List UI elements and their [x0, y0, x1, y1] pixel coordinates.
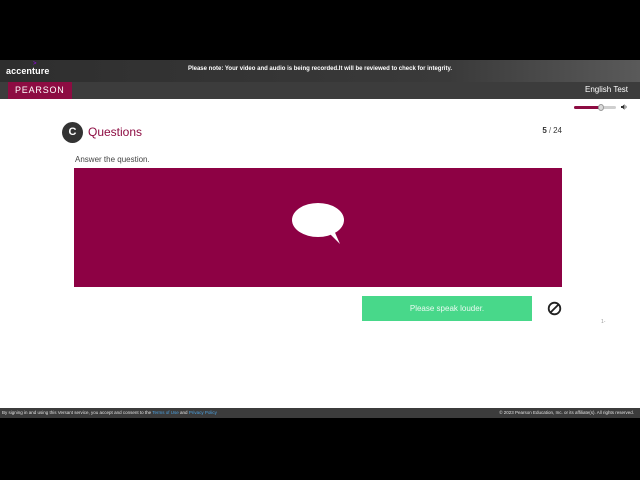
terms-of-use-link[interactable]: Terms of Use: [152, 410, 179, 415]
speech-bubble-icon: [292, 203, 344, 244]
recording-notice: Please note: Your video and audio is bei…: [187, 66, 453, 72]
status-banner: Please speak louder.: [362, 296, 532, 321]
screen: accenture > Please note: Your video and …: [0, 0, 640, 480]
privacy-policy-link[interactable]: Privacy Policy: [189, 410, 217, 415]
footer: By signing in and using this Versant ser…: [0, 408, 640, 418]
page-marker: 1-: [601, 319, 606, 325]
speaker-icon[interactable]: [621, 104, 628, 110]
footer-consent: By signing in and using this Versant ser…: [2, 408, 217, 418]
nav-bar: PEARSON English Test: [0, 82, 640, 99]
section-badge: C: [62, 122, 83, 143]
copyright: © 2023 Pearson Education, Inc. or its af…: [499, 410, 634, 415]
test-name: English Test: [585, 85, 628, 94]
question-media-panel: [74, 168, 562, 287]
and-text: and: [180, 410, 188, 415]
question-instruction: Answer the question.: [75, 155, 150, 164]
section-title: Questions: [88, 125, 143, 139]
recording-notice-bar: accenture > Please note: Your video and …: [0, 60, 640, 82]
question-counter: 5/24: [542, 126, 562, 135]
volume-thumb[interactable]: [598, 104, 605, 111]
no-entry-icon: [547, 301, 562, 316]
pearson-logo: PEARSON: [8, 82, 72, 99]
consent-text: By signing in and using this Versant ser…: [2, 410, 152, 415]
volume-slider[interactable]: [574, 104, 617, 111]
volume-fill: [574, 106, 602, 109]
total-questions: 24: [553, 126, 562, 135]
